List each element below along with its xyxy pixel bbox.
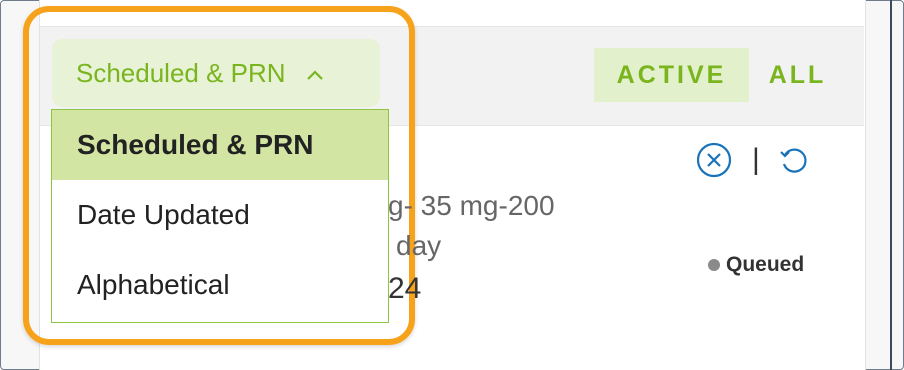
order-actions: | [696,140,812,180]
chevron-up-icon [304,62,326,84]
order-detail-frequency: day [396,230,442,261]
status-dot-icon [708,259,720,271]
tab-all[interactable]: ALL [760,48,835,102]
order-detail-dose: g- 35 mg-200 [388,190,555,221]
sort-dropdown-button[interactable]: Scheduled & PRN [52,39,380,107]
refresh-icon[interactable] [776,142,812,178]
tab-active[interactable]: ACTIVE [594,48,749,102]
sort-dropdown-label: Scheduled & PRN [76,57,286,88]
scrollbar-edge [890,0,892,370]
sort-option-scheduled-prn[interactable]: Scheduled & PRN [52,110,388,180]
action-separator: | [752,143,760,176]
order-detail-date: 24 [388,272,422,305]
sort-option-alphabetical[interactable]: Alphabetical [52,250,388,320]
status-badge: Queued [708,253,804,277]
sort-options-menu: Scheduled & PRN Date Updated Alphabetica… [51,109,389,323]
cancel-circle-icon[interactable] [696,142,732,178]
sort-option-date-updated[interactable]: Date Updated [52,180,388,250]
status-label: Queued [726,253,805,276]
